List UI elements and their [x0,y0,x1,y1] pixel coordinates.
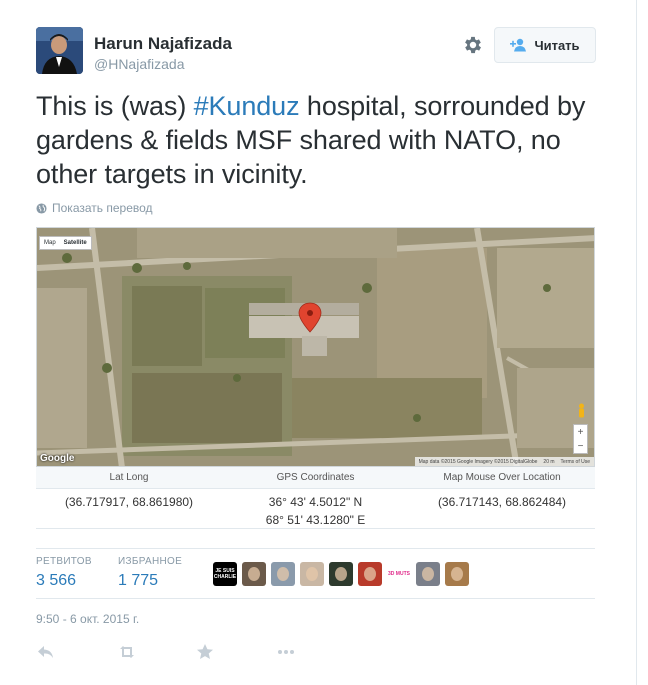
satellite-imagery [37,228,594,466]
gear-icon[interactable] [462,34,484,56]
follow-label: Читать [534,37,580,53]
more-icon[interactable] [276,642,296,662]
reply-icon[interactable] [36,642,56,662]
google-logo: Google [40,453,75,464]
favoriter-avatar[interactable] [445,562,469,586]
satellite-map[interactable]: Map Satellite Google + − Map data ©2015 … [36,227,595,467]
latlong-value: (36.717917, 68.861980) [64,495,194,509]
zoom-in-button[interactable]: + [578,427,584,438]
tweet-text: This is (was) #Kunduz hospital, sorround… [36,89,616,191]
coordinates-panel: Lat Long (36.717917, 68.861980) GPS Coor… [36,467,595,529]
follow-button[interactable]: Читать [494,27,596,63]
gps-line-2: 68° 51' 43.1280" E [265,513,366,527]
hashtag-link[interactable]: #Kunduz [194,91,300,121]
user-handle[interactable]: @HNajafizada [94,56,184,72]
zoom-control[interactable]: + − [573,424,588,454]
likes-stat[interactable]: ИЗБРАННОЕ 1 775 [118,556,182,590]
latlong-column: Lat Long (36.717917, 68.861980) [36,467,222,511]
likes-label: ИЗБРАННОЕ [118,556,183,567]
gps-header: GPS Coordinates [276,472,355,483]
favoriter-avatar-face [248,567,260,581]
favoriter-avatar-face [364,567,376,581]
favoriter-avatar-text: JE SUIS CHARLIE [213,568,237,580]
favoriter-avatar[interactable] [271,562,295,586]
retweets-label: РЕТВИТОВ [36,556,92,567]
mouse-location-value: (36.717143, 68.862484) [437,495,567,509]
favoriter-avatar[interactable]: 3D MUTS [387,562,411,586]
map-type-control[interactable]: Map Satellite [39,236,92,250]
favoriters-avatars: JE SUIS CHARLIE 3D MUTS [213,562,469,586]
mouse-location-header: Map Mouse Over Location [443,472,561,483]
gps-line-1: 36° 43' 4.5012" N [268,495,363,509]
mouse-location-column: Map Mouse Over Location (36.717143, 68.8… [409,467,595,511]
favoriter-avatar-face [277,567,289,581]
favoriter-avatar[interactable] [329,562,353,586]
map-scale: 20 m [543,458,555,465]
tweet-text-before: This is (was) [36,91,194,121]
favoriter-avatar-text: 3D MUTS [388,571,410,577]
retweets-stat[interactable]: РЕТВИТОВ 3 566 [36,556,92,590]
favoriter-avatar[interactable]: JE SUIS CHARLIE [213,562,237,586]
favorite-icon[interactable] [195,642,215,662]
favoriter-avatar-face [335,567,347,581]
map-tab-map[interactable]: Map [40,237,60,249]
favoriter-avatar[interactable] [242,562,266,586]
translate-link[interactable]: Показать перевод [36,201,153,215]
latlong-header: Lat Long [109,472,149,483]
map-attribution: Map data ©2015 Google Imagery ©2015 Digi… [418,458,538,465]
favoriter-avatar[interactable] [358,562,382,586]
globe-icon [36,202,47,214]
map-tab-satellite[interactable]: Satellite [60,237,91,249]
zoom-out-button[interactable]: − [578,441,584,452]
retweets-count[interactable]: 3 566 [36,572,92,590]
stats-divider-bottom [36,598,595,599]
avatar[interactable] [36,27,83,74]
user-name[interactable]: Harun Najafizada [94,34,232,54]
favoriter-avatar-face [422,567,434,581]
favoriter-avatar-face [306,567,318,581]
map-terms-link[interactable]: Terms of Use [561,459,590,465]
likes-count[interactable]: 1 775 [118,572,182,590]
add-user-icon [510,38,528,52]
gps-column: GPS Coordinates 36° 43' 4.5012" N 68° 51… [222,467,409,529]
favoriter-avatar[interactable] [300,562,324,586]
translate-label: Показать перевод [52,201,153,215]
pegman-icon[interactable] [576,403,587,419]
map-footer: Map data ©2015 Google Imagery ©2015 Digi… [414,457,594,466]
retweet-icon[interactable] [117,642,137,662]
favoriter-avatar[interactable] [416,562,440,586]
right-divider [636,0,637,685]
timestamp[interactable]: 9:50 - 6 окт. 2015 г. [36,612,139,626]
stats-divider-top [36,548,595,549]
favoriter-avatar-face [451,567,463,581]
